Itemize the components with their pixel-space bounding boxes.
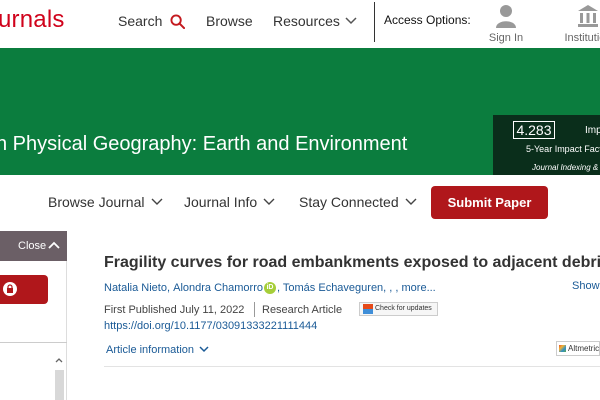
journal-indexing-link[interactable]: Journal Indexing & Metrics xyxy=(532,163,600,172)
search-label: Search xyxy=(118,13,163,29)
doi-link[interactable]: https://doi.org/10.1177/0309133322111144… xyxy=(104,320,317,332)
article-divider xyxy=(104,366,600,367)
author-list: Natalia Nieto, Alondra Chamorro iD , Tom… xyxy=(104,282,436,294)
article-type: Research Article xyxy=(262,304,343,316)
sidebar-access-button[interactable] xyxy=(0,275,48,304)
sign-in-button[interactable]: Sign In xyxy=(476,4,536,44)
user-icon xyxy=(476,4,536,28)
institution-button[interactable]: Institution xyxy=(558,4,600,44)
sidebar-scroll-thumb[interactable] xyxy=(55,370,64,400)
lock-icon xyxy=(3,282,17,296)
journal-title[interactable]: n Physical Geography: Earth and Environm… xyxy=(0,133,407,156)
author-link[interactable]: Alondra Chamorro xyxy=(173,282,263,294)
site-header: urnals Search Browse Resources Access Op… xyxy=(0,0,600,48)
check-for-updates-button[interactable]: Check for updates xyxy=(359,302,438,316)
orcid-icon[interactable]: iD xyxy=(263,282,276,294)
search-icon xyxy=(170,13,186,29)
show-details-link[interactable]: Show xyxy=(572,280,600,292)
search-button[interactable]: Search xyxy=(118,13,186,29)
impact-factor-label: 5-Year Impact Factor xyxy=(526,144,600,154)
article-title: Fragility curves for road embankments ex… xyxy=(104,254,600,271)
impact-factor-value: 4.283 xyxy=(513,121,555,139)
browse-journal-menu[interactable]: Browse Journal xyxy=(48,194,163,210)
chevron-down-icon xyxy=(344,16,358,26)
sidebar-close-label: Close xyxy=(18,240,47,252)
article-information-toggle[interactable]: Article information xyxy=(106,344,209,356)
journal-info-label: Journal Info xyxy=(184,194,258,210)
meta-divider xyxy=(254,302,255,317)
first-published-date: First Published July 11, 2022 xyxy=(104,304,245,316)
journal-banner xyxy=(0,48,600,115)
chevron-down-icon xyxy=(151,198,163,206)
access-options-label: Access Options: xyxy=(384,13,471,27)
submit-paper-button[interactable]: Submit Paper xyxy=(431,186,548,219)
more-authors-link[interactable]: , Tomás Echaveguren, , , more... xyxy=(277,282,436,294)
site-logo[interactable]: urnals xyxy=(0,6,65,34)
author-link[interactable]: Natalia Nieto, xyxy=(104,282,170,294)
institution-label: Institution xyxy=(564,32,600,44)
resources-label: Resources xyxy=(273,13,340,29)
crossmark-icon xyxy=(363,304,373,314)
check-for-updates-label: Check for updates xyxy=(375,305,432,312)
resources-menu[interactable]: Resources xyxy=(273,13,358,29)
altmetric-label: Altmetric xyxy=(568,344,600,353)
header-divider xyxy=(374,2,375,42)
altmetric-badge[interactable]: Altmetric xyxy=(556,341,600,356)
institution-icon xyxy=(558,4,600,28)
stay-connected-menu[interactable]: Stay Connected xyxy=(299,194,417,210)
sidebar-close-button[interactable]: Close xyxy=(0,231,67,261)
stay-connected-label: Stay Connected xyxy=(299,194,399,210)
impact-factor-short-label: Impact xyxy=(585,125,600,136)
journal-info-menu[interactable]: Journal Info xyxy=(184,194,275,210)
article-information-label: Article information xyxy=(106,344,195,356)
browse-link[interactable]: Browse xyxy=(206,13,253,29)
sidebar-divider xyxy=(0,342,67,343)
browse-journal-label: Browse Journal xyxy=(48,194,145,210)
chevron-down-icon xyxy=(263,198,275,206)
chevron-down-icon xyxy=(199,344,209,356)
sign-in-label: Sign In xyxy=(488,32,524,44)
chevron-down-icon xyxy=(405,198,417,206)
altmetric-icon xyxy=(559,345,566,352)
